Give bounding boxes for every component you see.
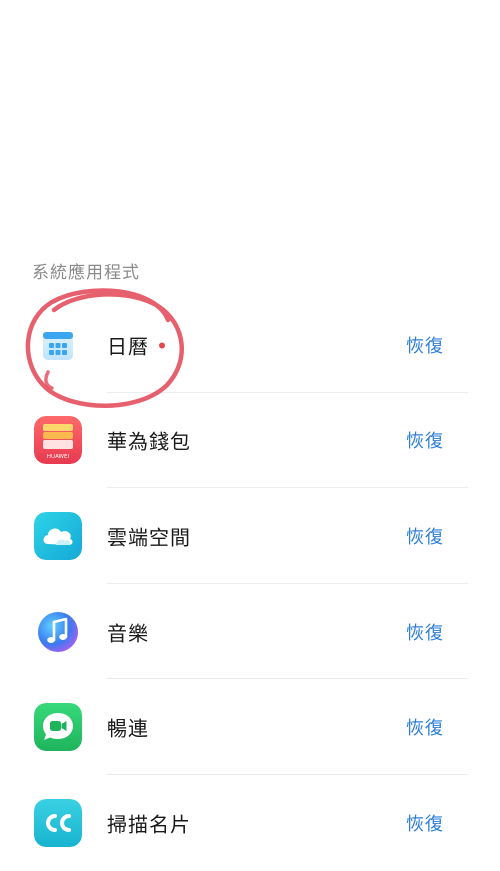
cloud-icon: [34, 511, 82, 560]
app-name: 掃描名片: [107, 812, 191, 837]
wallet-icon: HUAWEI: [34, 416, 82, 465]
wallet-brand-text: HUAWEI: [47, 454, 70, 460]
restore-apps-screen: 系統應用程式 日曆 恢復 HUAWEI 華為錢包 恢復 雲端空間 恢復 音樂 恢…: [0, 0, 500, 871]
new-badge-dot: [159, 342, 165, 349]
music-icon: [34, 608, 82, 656]
app-row-cloud: 雲端空間 恢復: [0, 488, 500, 584]
restore-button-card-scanner[interactable]: 恢復: [406, 810, 444, 836]
restore-button-calendar[interactable]: 恢復: [406, 332, 444, 358]
app-name: 雲端空間: [107, 525, 191, 550]
app-name: 暢連: [107, 716, 149, 741]
app-row-wallet: HUAWEI 華為錢包 恢復: [0, 393, 500, 489]
card-scanner-icon: [34, 798, 82, 847]
app-name: 日曆: [107, 330, 165, 359]
app-row-meetime: 暢連 恢復: [0, 679, 500, 775]
restore-button-meetime[interactable]: 恢復: [406, 714, 444, 740]
calendar-icon: [34, 320, 82, 369]
app-name: 音樂: [107, 621, 149, 646]
restore-button-cloud[interactable]: 恢復: [406, 523, 444, 549]
app-row-calendar: 日曆 恢復: [0, 297, 500, 393]
app-row-card-scanner: 掃描名片 恢復: [0, 775, 500, 871]
section-title: 系統應用程式: [32, 263, 140, 283]
restore-button-wallet[interactable]: 恢復: [406, 427, 444, 453]
app-name: 華為錢包: [107, 429, 191, 454]
app-row-music: 音樂 恢復: [0, 584, 500, 680]
meetime-icon: [34, 703, 82, 752]
app-list: 日曆 恢復 HUAWEI 華為錢包 恢復 雲端空間 恢復 音樂 恢復 暢連 恢復…: [0, 297, 500, 871]
restore-button-music[interactable]: 恢復: [406, 619, 444, 645]
